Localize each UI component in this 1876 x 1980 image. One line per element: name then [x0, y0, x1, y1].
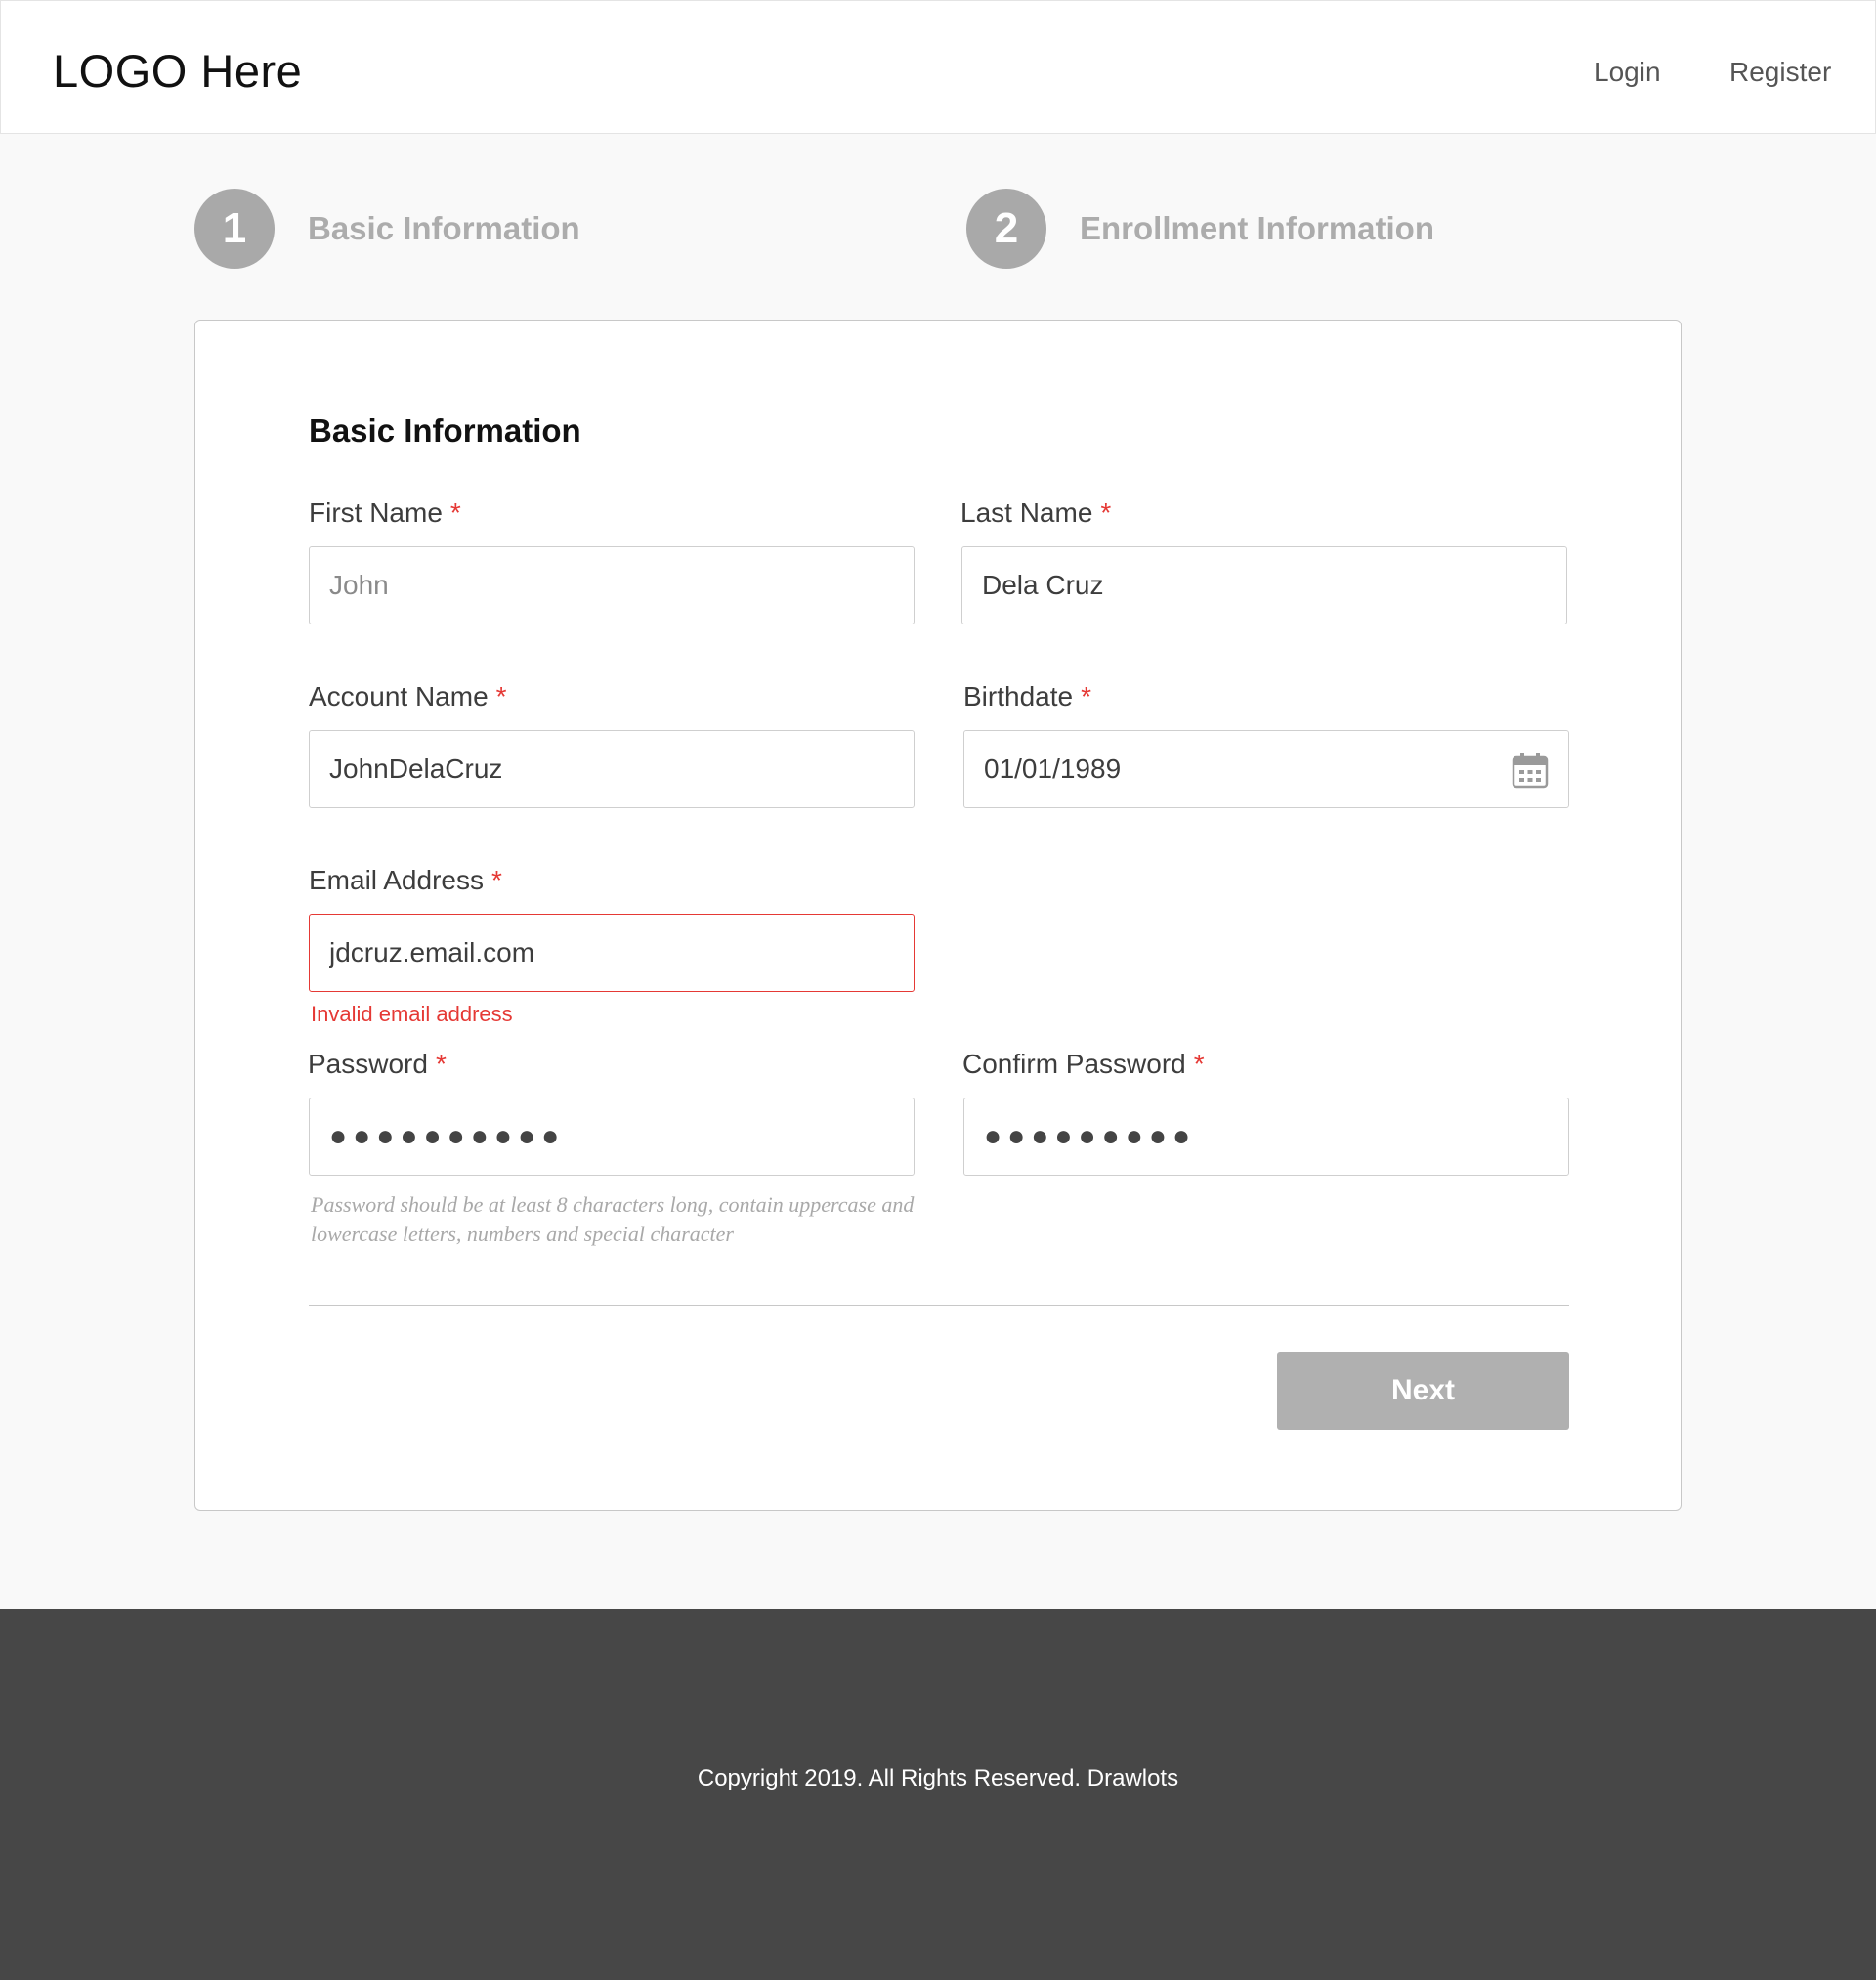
required-marker: *	[495, 681, 507, 711]
step-enrollment-information: 2 Enrollment Information	[966, 189, 1434, 269]
first-name-input[interactable]	[309, 546, 915, 624]
password-help-text: Password should be at least 8 characters…	[311, 1192, 915, 1246]
top-navbar: LOGO Here Login Register	[0, 0, 1876, 134]
step-number-circle: 2	[966, 189, 1046, 269]
step-label: Basic Information	[308, 210, 580, 246]
last-name-label: Last Name *	[960, 497, 1111, 529]
birthdate-label-text: Birthdate	[963, 681, 1074, 711]
copyright-text: Copyright 2019. All Rights Reserved. Dra…	[697, 1765, 1179, 1791]
required-marker: *	[1100, 497, 1112, 528]
account-name-label-text: Account Name	[309, 681, 489, 711]
step-number-circle: 1	[194, 189, 275, 269]
section-title: Basic Information	[309, 412, 581, 449]
required-marker: *	[1081, 681, 1091, 711]
step-label: Enrollment Information	[1080, 210, 1434, 246]
required-marker: *	[1193, 1049, 1205, 1079]
email-label-text: Email Address	[309, 865, 484, 895]
password-label-text: Password	[308, 1049, 428, 1079]
footer: Copyright 2019. All Rights Reserved. Dra…	[0, 1609, 1876, 1980]
birthdate-label: Birthdate *	[963, 681, 1091, 712]
step-basic-information: 1 Basic Information	[194, 189, 580, 269]
login-link[interactable]: Login	[1594, 57, 1661, 88]
email-label: Email Address *	[309, 865, 502, 896]
email-input[interactable]	[309, 914, 915, 992]
required-marker: *	[449, 497, 461, 528]
confirm-password-label-text: Confirm Password	[962, 1049, 1186, 1079]
required-marker: *	[490, 865, 502, 895]
account-name-label: Account Name *	[309, 681, 507, 712]
last-name-input[interactable]	[961, 546, 1567, 624]
form-divider	[309, 1305, 1569, 1306]
birthdate-input[interactable]	[963, 730, 1569, 808]
next-button[interactable]: Next	[1277, 1352, 1569, 1430]
email-error-message: Invalid email address	[311, 1002, 513, 1026]
password-input[interactable]	[309, 1098, 915, 1176]
account-name-input[interactable]	[309, 730, 915, 808]
register-link[interactable]: Register	[1729, 57, 1831, 88]
logo: LOGO Here	[53, 45, 303, 97]
first-name-label-text: First Name	[309, 497, 443, 528]
confirm-password-input[interactable]	[963, 1098, 1569, 1176]
first-name-label: First Name *	[309, 497, 461, 529]
confirm-password-label: Confirm Password *	[962, 1049, 1205, 1080]
last-name-label-text: Last Name	[960, 497, 1093, 528]
required-marker: *	[435, 1049, 447, 1079]
calendar-icon[interactable]	[1512, 752, 1549, 789]
password-label: Password *	[308, 1049, 447, 1080]
